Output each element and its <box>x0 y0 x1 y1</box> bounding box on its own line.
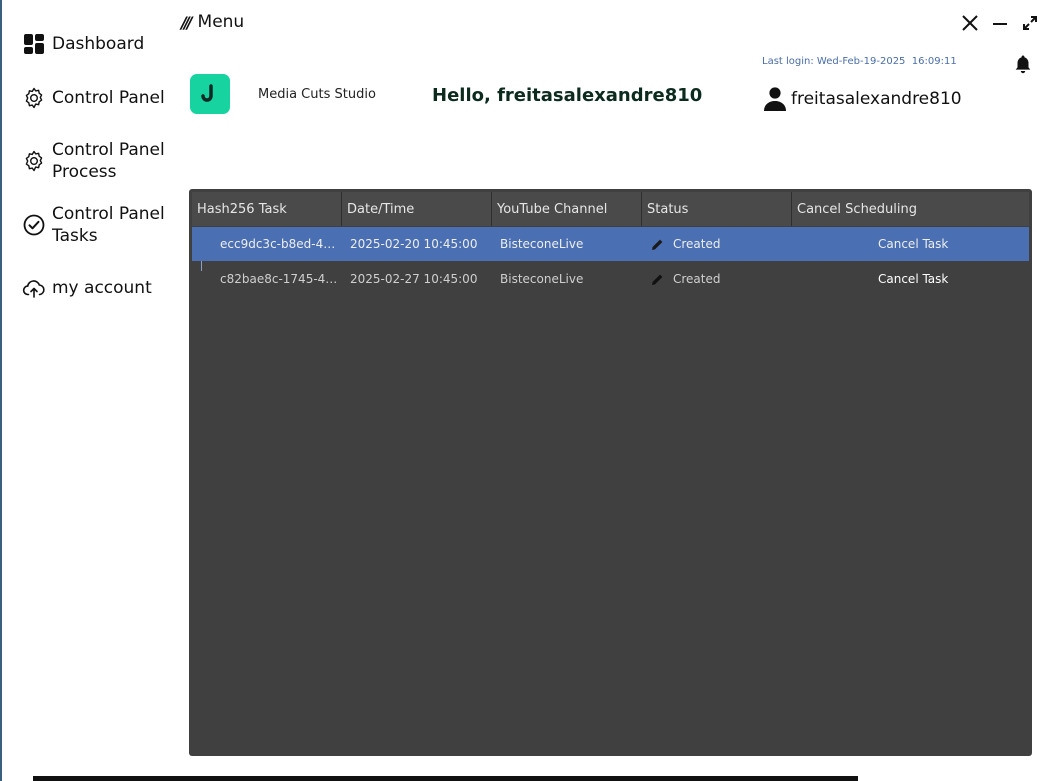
channel-cell: BisteconeLive <box>500 272 584 286</box>
maximize-button[interactable] <box>1019 12 1041 34</box>
last-login: Last login: Wed-Feb-19-2025 16:09:11 <box>762 56 957 67</box>
gear-icon <box>22 149 46 173</box>
sidebar-item-label: Dashboard <box>52 34 145 54</box>
datetime-cell: 2025-02-20 10:45:00 <box>350 237 478 251</box>
minimize-button[interactable] <box>989 12 1011 34</box>
hash-cell: ecc9dc3c-b8ed-407... <box>220 237 342 251</box>
column-header-datetime[interactable]: Date/Time <box>342 192 492 226</box>
status-cell: Created <box>642 227 792 261</box>
minimize-icon <box>993 23 1007 25</box>
sidebar-item-control-panel-tasks[interactable]: Control Panel Tasks <box>22 203 165 247</box>
studio-name: Media Cuts Studio <box>258 87 376 102</box>
username: freitasalexandre810 <box>791 89 962 109</box>
sidebar-item-control-panel-process[interactable]: Control Panel Process <box>22 139 165 183</box>
notification-button[interactable] <box>1012 53 1034 75</box>
check-circle-icon <box>22 213 46 237</box>
sidebar: Dashboard Control Panel Control Panel Pro… <box>0 0 175 781</box>
table-row[interactable]: c82bae8c-1745-42ff... 2025-02-27 10:45:0… <box>192 262 1029 296</box>
menu-button[interactable]: /// Menu <box>181 12 244 32</box>
column-header-channel[interactable]: YouTube Channel <box>492 192 642 226</box>
user-profile[interactable]: freitasalexandre810 <box>763 86 962 112</box>
greeting: Hello, freitasalexandre810 <box>432 85 703 106</box>
pencil-icon <box>652 274 663 285</box>
sidebar-item-label: Control Panel Tasks <box>52 204 165 246</box>
sidebar-item-label: my account <box>52 278 152 298</box>
sidebar-item-control-panel[interactable]: Control Panel <box>22 86 165 110</box>
close-button[interactable] <box>959 12 981 34</box>
column-header-status[interactable]: Status <box>642 192 792 226</box>
sidebar-item-label: Control Panel Process <box>52 140 165 182</box>
column-header-cancel[interactable]: Cancel Scheduling <box>792 192 1029 226</box>
status-cell: Created <box>642 262 792 296</box>
column-header-hash[interactable]: Hash256 Task <box>192 192 342 226</box>
cancel-task-link[interactable]: Cancel Task <box>792 227 1029 261</box>
user-icon <box>764 87 786 111</box>
menu-label: Menu <box>197 12 245 32</box>
tasks-table: Hash256 Task Date/Time YouTube Channel S… <box>189 189 1032 756</box>
table-header: Hash256 Task Date/Time YouTube Channel S… <box>192 192 1029 226</box>
menu-icon: /// <box>181 12 192 32</box>
datetime-cell: 2025-02-27 10:45:00 <box>350 272 478 286</box>
gear-icon <box>22 86 46 110</box>
sidebar-item-my-account[interactable]: my account <box>22 276 152 300</box>
sidebar-item-dashboard[interactable]: Dashboard <box>22 32 144 56</box>
cancel-task-link[interactable]: Cancel Task <box>792 262 1029 296</box>
status-text: Created <box>673 237 721 251</box>
status-text: Created <box>673 272 721 286</box>
table-row[interactable]: ecc9dc3c-b8ed-407... 2025-02-20 10:45:00… <box>192 227 1029 261</box>
dashboard-icon <box>22 32 46 56</box>
sidebar-item-label: Control Panel <box>52 88 165 108</box>
pencil-icon <box>652 239 663 250</box>
channel-cell: BisteconeLive <box>500 237 584 251</box>
cloud-upload-icon <box>22 276 46 300</box>
hash-cell: c82bae8c-1745-42ff... <box>220 272 342 286</box>
app-logo <box>190 74 230 114</box>
bell-icon <box>1015 55 1031 74</box>
close-icon <box>962 15 978 31</box>
expand-icon <box>1023 16 1037 30</box>
